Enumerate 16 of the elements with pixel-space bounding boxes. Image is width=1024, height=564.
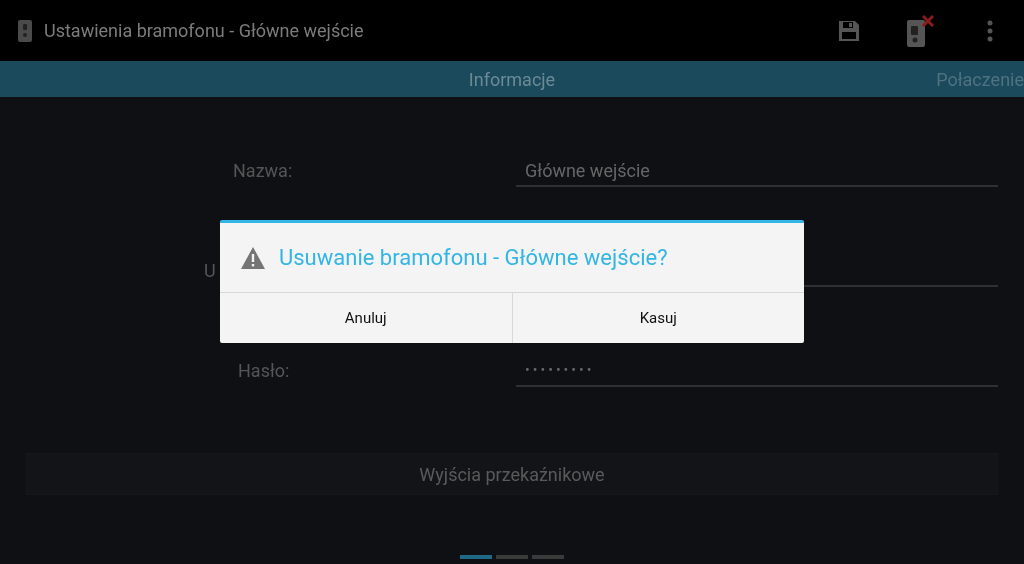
tab[interactable]: Informacje (468, 68, 556, 90)
delete-intercom-icon[interactable] (905, 13, 935, 48)
input-field[interactable]: Główne wejście (516, 155, 998, 187)
menu-icon[interactable] (987, 19, 993, 42)
field-label: Hasło: (237, 360, 291, 383)
intercom-icon (18, 19, 32, 42)
field-label: U (203, 260, 217, 283)
input-field[interactable]: ••••••••• (516, 355, 998, 387)
field-label: Nazwa: (232, 160, 294, 183)
dialog-title: Usuwanie bramofonu - Główne wejście? (279, 245, 668, 270)
dialog-button[interactable]: Kasuj (511, 293, 804, 343)
save-icon[interactable] (837, 18, 861, 43)
warning-icon (241, 246, 265, 269)
window-title: Ustawienia bramofonu - Główne wejście (44, 20, 364, 41)
relay-outputs-button[interactable]: Wyjścia przekaźnikowe (26, 453, 998, 495)
dialog-button[interactable]: Anuluj (220, 293, 512, 343)
